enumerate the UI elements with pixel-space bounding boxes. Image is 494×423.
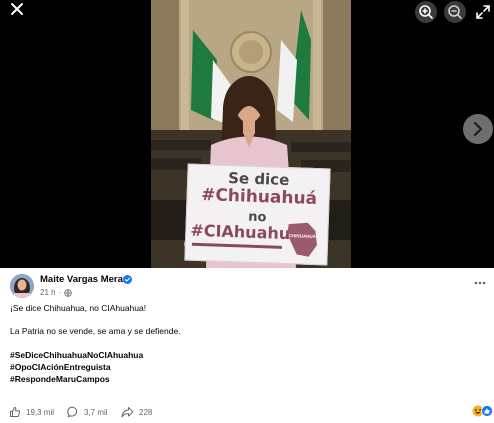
- post-actions: 19,3 mil 3,7 mil 228: [0, 404, 494, 420]
- comment-button[interactable]: 3,7 mil: [67, 404, 108, 420]
- sign-underline: [191, 242, 282, 249]
- post-details: Maite Vargas Meraz 21 h · ¡Se dice Chihu…: [0, 268, 494, 423]
- share-count: 228: [139, 407, 153, 417]
- share-button[interactable]: 228: [121, 404, 152, 420]
- close-button[interactable]: [6, 0, 28, 18]
- post-text-line: ¡Se dice Chihuahua, no CIAhuahua!: [10, 303, 147, 313]
- author-name[interactable]: Maite Vargas Meraz: [40, 274, 128, 285]
- zoom-out-button[interactable]: [444, 1, 466, 23]
- post-meta: 21 h ·: [40, 288, 73, 297]
- comment-icon: [67, 406, 78, 418]
- verified-badge-icon: [123, 275, 132, 284]
- fullscreen-icon: [476, 5, 490, 19]
- share-icon: [121, 407, 134, 418]
- like-button[interactable]: 19,3 mil: [9, 404, 54, 420]
- thumbs-up-icon: [10, 407, 21, 417]
- hashtag-link[interactable]: #OpoCIAciónEntreguista: [10, 362, 111, 372]
- reactions-summary[interactable]: [472, 405, 494, 417]
- zoom-in-button[interactable]: [415, 1, 437, 23]
- hashtag-link[interactable]: #SeDiceChihuahuaNoCIAhuahua: [10, 350, 143, 360]
- post-time[interactable]: 21 h: [40, 288, 56, 297]
- like-count: 19,3 mil: [26, 407, 55, 417]
- zoom-out-icon: [448, 5, 462, 19]
- close-icon: [11, 3, 23, 15]
- next-photo-button[interactable]: [463, 114, 493, 144]
- chihuahua-map-shape: CHIHUAHUA: [284, 220, 319, 259]
- like-reaction-icon: [481, 405, 493, 417]
- protest-sign: Se dice #Chihuahuá no #CIAhuahua CHIHUAH…: [184, 163, 331, 266]
- avatar[interactable]: [10, 274, 34, 298]
- more-options-button[interactable]: [474, 277, 486, 285]
- globe-icon: [64, 288, 73, 297]
- meta-separator: ·: [58, 288, 62, 297]
- sign-line-2: #Chihuahuá: [200, 185, 318, 210]
- chevron-right-icon: [473, 121, 483, 137]
- post-text-line: La Patria no se vende, se ama y se defie…: [10, 326, 181, 336]
- post-photo: Se dice #Chihuahuá no #CIAhuahua CHIHUAH…: [151, 0, 351, 268]
- fullscreen-button[interactable]: [473, 2, 493, 22]
- more-options-icon: [474, 281, 486, 285]
- comment-count: 3,7 mil: [84, 407, 108, 417]
- photo-viewer: Se dice #Chihuahuá no #CIAhuahua CHIHUAH…: [0, 0, 494, 268]
- hashtag-link[interactable]: #RespondeMaruCampos: [10, 374, 110, 384]
- zoom-in-icon: [419, 5, 433, 19]
